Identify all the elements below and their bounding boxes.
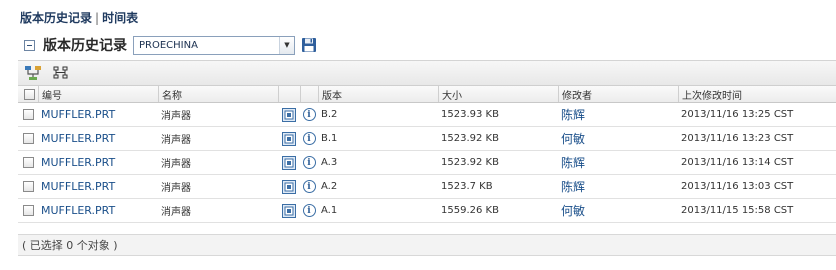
version-cell: A.2 xyxy=(321,181,338,192)
view-icon[interactable] xyxy=(282,179,296,194)
row-checkbox[interactable] xyxy=(22,133,34,144)
name-cell: 消声器 xyxy=(161,111,191,122)
info-icon[interactable]: i xyxy=(302,156,316,169)
modifier-link[interactable]: 陈辉 xyxy=(561,178,585,195)
modifier-link[interactable]: 何敏 xyxy=(561,130,585,147)
info-icon[interactable]: i xyxy=(302,204,316,217)
row-select-cell xyxy=(18,103,38,126)
breadcrumb-history: 版本历史记录 xyxy=(20,11,93,25)
name-cell: 消声器 xyxy=(161,183,191,194)
size-cell: 1523.7 KB xyxy=(441,181,493,192)
info-icon[interactable]: i xyxy=(302,180,316,193)
view-icon[interactable] xyxy=(282,107,296,122)
number-link[interactable]: MUFFLER.PRT xyxy=(41,156,115,169)
version-table: 编号 名称 版本 大小 修改者 上次修改时间 MUFFLER.PRT 消声器 i… xyxy=(18,86,836,223)
number-link[interactable]: MUFFLER.PRT xyxy=(41,180,115,193)
breadcrumb-separator: | xyxy=(95,11,100,25)
row-checkbox[interactable] xyxy=(22,181,34,192)
last-modified-cell: 2013/11/16 13:23 CST xyxy=(681,133,794,144)
column-header-number[interactable]: 编号 xyxy=(38,86,158,102)
table-row[interactable]: MUFFLER.PRT 消声器 i A.3 1523.92 KB 陈辉 2013… xyxy=(18,151,836,175)
version-cell: A.3 xyxy=(321,157,338,168)
size-cell: 1523.92 KB xyxy=(441,133,499,144)
row-checkbox[interactable] xyxy=(22,109,34,120)
row-select-cell xyxy=(18,151,38,174)
size-cell: 1523.92 KB xyxy=(441,157,499,168)
breadcrumb: 版本历史记录 | 时间表 xyxy=(20,9,138,26)
size-cell: 1523.93 KB xyxy=(441,109,499,120)
chevron-down-icon[interactable]: ▼ xyxy=(279,36,294,54)
number-link[interactable]: MUFFLER.PRT xyxy=(41,204,115,217)
row-select-cell xyxy=(18,175,38,198)
selection-status: ( 已选择 0 个对象 ) xyxy=(18,234,836,256)
name-cell: 消声器 xyxy=(161,135,191,146)
context-select-value: PROECHINA xyxy=(139,39,198,51)
column-header-last-modified[interactable]: 上次修改时间 xyxy=(678,86,836,102)
context-select[interactable]: PROECHINA ▼ xyxy=(133,35,295,55)
column-header-view xyxy=(278,86,300,102)
collapse-icon[interactable] xyxy=(24,39,35,51)
last-modified-cell: 2013/11/16 13:03 CST xyxy=(681,181,794,192)
compare-icon[interactable] xyxy=(23,64,43,82)
save-icon[interactable] xyxy=(301,37,317,53)
select-all-cell xyxy=(18,86,38,102)
info-icon[interactable]: i xyxy=(302,132,316,145)
version-cell: B.2 xyxy=(321,109,338,120)
info-icon[interactable]: i xyxy=(302,108,316,121)
column-header-size[interactable]: 大小 xyxy=(438,86,558,102)
column-header-info xyxy=(300,86,318,102)
last-modified-cell: 2013/11/15 15:58 CST xyxy=(681,205,794,216)
panel-title: 版本历史记录 xyxy=(43,38,127,54)
table-header: 编号 名称 版本 大小 修改者 上次修改时间 xyxy=(18,86,836,103)
column-header-name[interactable]: 名称 xyxy=(158,86,278,102)
row-select-cell xyxy=(18,199,38,222)
modifier-link[interactable]: 陈辉 xyxy=(561,154,585,171)
modifier-link[interactable]: 陈辉 xyxy=(561,106,585,123)
name-cell: 消声器 xyxy=(161,207,191,218)
table-row[interactable]: MUFFLER.PRT 消声器 i B.1 1523.92 KB 何敏 2013… xyxy=(18,127,836,151)
size-cell: 1559.26 KB xyxy=(441,205,499,216)
last-modified-cell: 2013/11/16 13:25 CST xyxy=(681,109,794,120)
select-all-checkbox[interactable] xyxy=(24,88,35,100)
panel-header: 版本历史记录 PROECHINA ▼ xyxy=(24,35,317,55)
breadcrumb-timeline[interactable]: 时间表 xyxy=(102,11,138,25)
table-row[interactable]: MUFFLER.PRT 消声器 i A.1 1559.26 KB 何敏 2013… xyxy=(18,199,836,223)
modifier-link[interactable]: 何敏 xyxy=(561,202,585,219)
name-cell: 消声器 xyxy=(161,159,191,170)
table-row[interactable]: MUFFLER.PRT 消声器 i A.2 1523.7 KB 陈辉 2013/… xyxy=(18,175,836,199)
last-modified-cell: 2013/11/16 13:14 CST xyxy=(681,157,794,168)
version-cell: A.1 xyxy=(321,205,338,216)
toolbar xyxy=(18,60,836,86)
view-icon[interactable] xyxy=(282,203,296,218)
number-link[interactable]: MUFFLER.PRT xyxy=(41,108,115,121)
tree-icon[interactable] xyxy=(51,64,71,82)
row-checkbox[interactable] xyxy=(22,157,34,168)
table-row[interactable]: MUFFLER.PRT 消声器 i B.2 1523.93 KB 陈辉 2013… xyxy=(18,103,836,127)
view-icon[interactable] xyxy=(282,131,296,146)
row-select-cell xyxy=(18,127,38,150)
column-header-modifier[interactable]: 修改者 xyxy=(558,86,678,102)
row-checkbox[interactable] xyxy=(22,205,34,216)
column-header-version[interactable]: 版本 xyxy=(318,86,438,102)
view-icon[interactable] xyxy=(282,155,296,170)
version-cell: B.1 xyxy=(321,133,338,144)
number-link[interactable]: MUFFLER.PRT xyxy=(41,132,115,145)
